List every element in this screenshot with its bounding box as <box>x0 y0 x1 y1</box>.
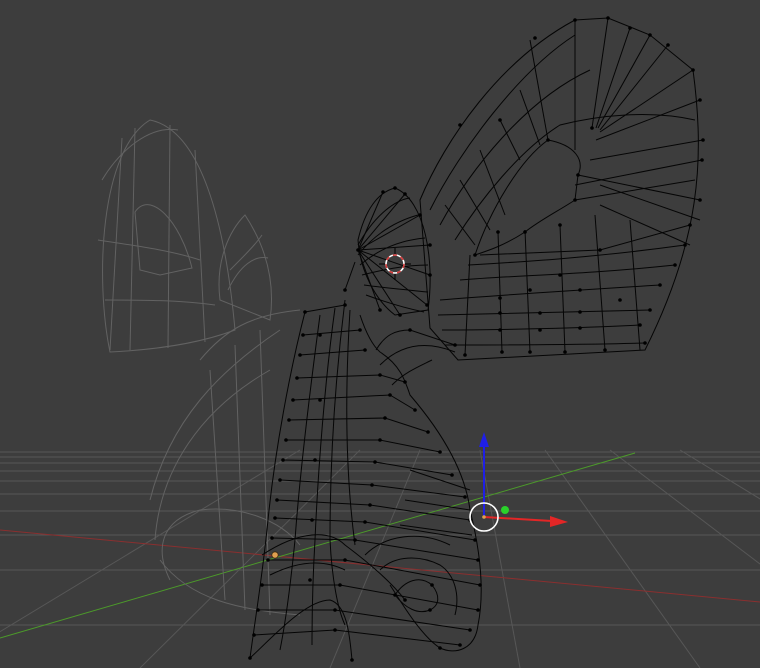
body-left-edge[interactable] <box>249 311 306 659</box>
ear-inner-hole[interactable] <box>474 139 581 256</box>
3d-viewport[interactable] <box>0 0 760 668</box>
viewport-scene[interactable] <box>0 0 760 668</box>
gizmo-z-arrowhead[interactable] <box>479 432 489 447</box>
gizmo-y-handle[interactable] <box>501 506 509 514</box>
gizmo-center[interactable] <box>482 515 486 519</box>
object-origin[interactable] <box>271 551 279 559</box>
ghost-mirror-mesh <box>97 119 301 616</box>
3d-cursor[interactable] <box>379 248 411 280</box>
gizmo-x-arrowhead[interactable] <box>550 516 568 527</box>
gizmo-x-axis[interactable] <box>483 516 553 522</box>
active-mesh[interactable] <box>249 17 704 661</box>
